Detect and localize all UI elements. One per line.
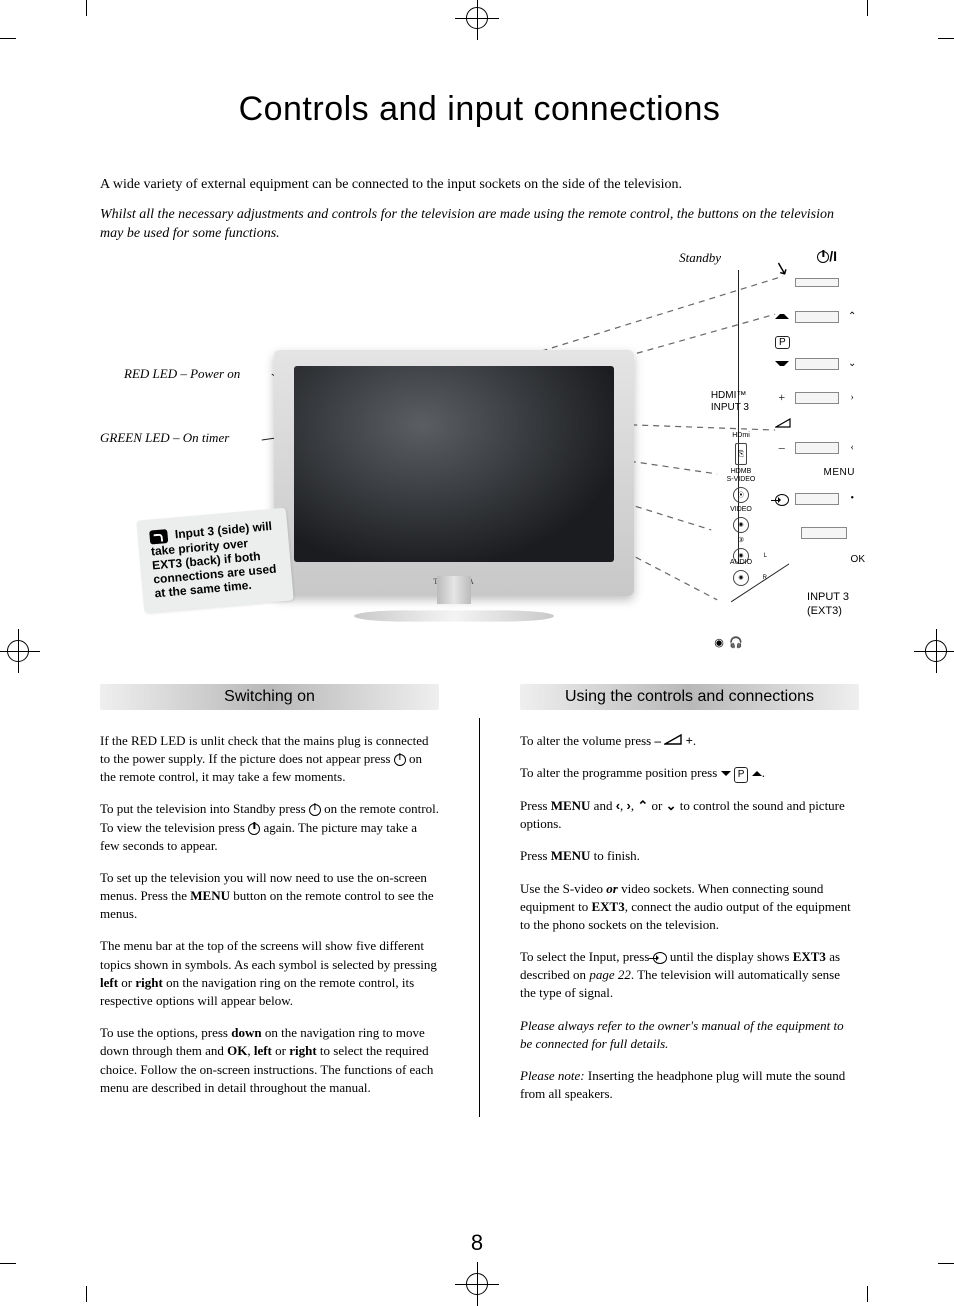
- headphone-jack: ◉ 🎧: [714, 636, 743, 649]
- section-heading-switching-on: Switching on: [100, 684, 439, 710]
- para: Please always refer to the owner's manua…: [520, 1017, 859, 1053]
- volume-icon: [775, 420, 791, 431]
- ok-label: OK: [851, 554, 865, 565]
- intro-text-1: A wide variety of external equipment can…: [100, 175, 859, 195]
- chevron-right-icon: ›: [627, 798, 631, 813]
- page-number: 8: [471, 1230, 483, 1256]
- triangle-down-icon: [721, 771, 731, 776]
- tv-side-buttons: ⌃ P ⌄ +› –‹ MENU •: [775, 268, 859, 552]
- para: If the RED LED is unlit check that the m…: [100, 732, 439, 787]
- power-icon: /I: [817, 248, 837, 264]
- input-icon: [653, 952, 667, 964]
- para: To put the television into Standby press…: [100, 800, 439, 855]
- para: Press MENU and ‹, ›, ⌃ or ⌄ to control t…: [520, 797, 859, 833]
- p-badge: P: [734, 767, 749, 783]
- para: Use the S-video or video sockets. When c…: [520, 880, 859, 935]
- registration-mark: [914, 629, 954, 673]
- para: Please note: Inserting the headphone plu…: [520, 1067, 859, 1103]
- green-led-label: GREEN LED – On timer: [100, 430, 229, 446]
- registration-mark: [0, 629, 40, 673]
- chevron-down-icon: ⌄: [666, 798, 677, 813]
- crop-mark: [867, 0, 868, 16]
- power-button[interactable]: [795, 278, 840, 287]
- crop-mark: [0, 38, 16, 39]
- video-port: ◉: [733, 517, 749, 533]
- para: Press MENU to finish.: [520, 847, 859, 865]
- power-icon: [248, 823, 260, 835]
- hdmi-port: ⎘: [735, 443, 747, 465]
- registration-mark: [455, 0, 499, 40]
- intro-text-2: Whilst all the necessary adjustments and…: [100, 205, 859, 244]
- input3-ext3-label: INPUT 3 (EXT3): [807, 590, 849, 619]
- crop-mark: [0, 1263, 16, 1264]
- ok-button[interactable]: [801, 527, 847, 539]
- registration-mark: [455, 1262, 499, 1306]
- para: To set up the television you will now ne…: [100, 869, 439, 924]
- red-led-label: RED LED – Power on: [124, 366, 240, 382]
- menu-label: MENU: [775, 467, 859, 478]
- standby-label: Standby: [679, 250, 721, 266]
- para: To select the Input, press until the dis…: [520, 948, 859, 1003]
- triangle-up-icon: [775, 314, 789, 319]
- volume-icon: [664, 734, 682, 745]
- svideo-port: ⦿: [733, 487, 749, 503]
- para: To alter the programme position press P …: [520, 764, 859, 783]
- triangle-down-icon: [775, 361, 789, 366]
- column-divider: [479, 718, 480, 1118]
- triangle-up-icon: [752, 771, 762, 776]
- crop-mark: [867, 1286, 868, 1302]
- input3-priority-note: Input 3 (side) will take priority over E…: [136, 507, 294, 613]
- vol-down-button[interactable]: [795, 442, 840, 454]
- section-heading-controls: Using the controls and connections: [520, 684, 859, 710]
- para: To alter the volume press – +.: [520, 732, 859, 750]
- vol-up-button[interactable]: [795, 392, 840, 404]
- chevron-up-icon: ⌃: [637, 798, 648, 813]
- power-icon: [309, 804, 321, 816]
- crop-mark: [938, 1263, 954, 1264]
- tv-illustration: TOSHIBA: [274, 350, 634, 596]
- crop-mark: [938, 38, 954, 39]
- crop-mark: [86, 0, 87, 16]
- menu-button[interactable]: [795, 493, 839, 505]
- left-column: Switching on If the RED LED is unlit che…: [100, 684, 439, 1118]
- power-icon: [394, 754, 406, 766]
- side-ports: HDmi ⎘ HDMB S-VIDEO ⦿ VIDEO ◉ ③ ◉ L AUDI…: [723, 432, 759, 581]
- p-badge: P: [775, 336, 790, 349]
- prog-down-button[interactable]: [795, 358, 840, 370]
- para: To use the options, press down on the na…: [100, 1024, 439, 1097]
- audio-r-port: ◉: [733, 570, 749, 586]
- prog-up-button[interactable]: [795, 311, 840, 323]
- para: The menu bar at the top of the screens w…: [100, 937, 439, 1010]
- hdmi-input-label: HDMI™ INPUT 3: [711, 390, 749, 414]
- crop-mark: [86, 1286, 87, 1302]
- tv-diagram: RED LED – Power on GREEN LED – On timer …: [100, 254, 859, 674]
- note-icon: [149, 529, 168, 545]
- input-icon: [775, 494, 789, 506]
- right-column: Using the controls and connections To al…: [520, 684, 859, 1118]
- page-title: Controls and input connections: [100, 90, 859, 129]
- chevron-left-icon: ‹: [616, 798, 620, 813]
